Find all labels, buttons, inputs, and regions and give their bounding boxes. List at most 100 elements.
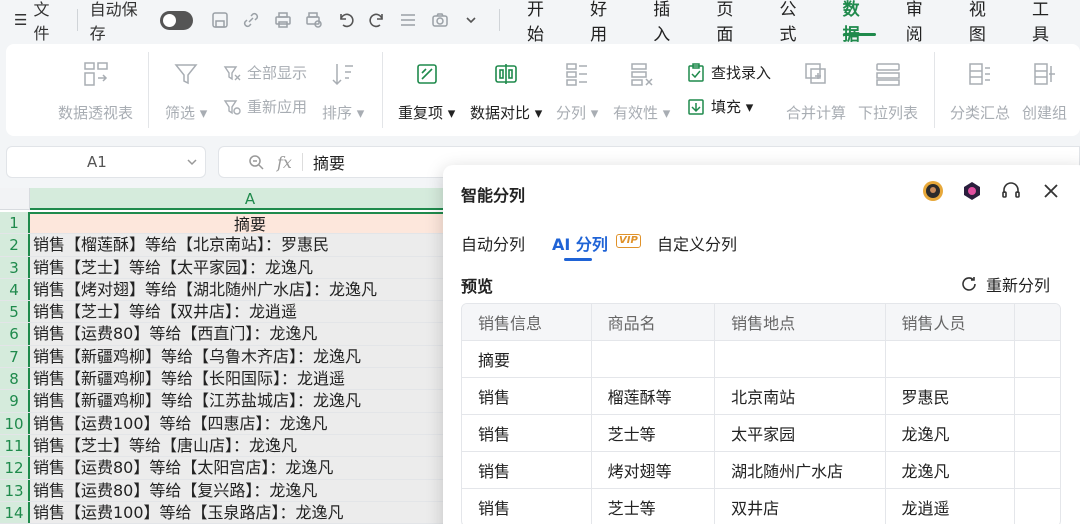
row-number[interactable]: 3 [0, 256, 30, 278]
headset-icon[interactable] [999, 179, 1023, 203]
tab-view[interactable]: 视图 [954, 0, 1017, 45]
consolidate-button[interactable]: 合并计算 [786, 60, 846, 123]
header-cell[interactable]: 摘要 [30, 212, 470, 234]
split-column-button[interactable]: 分列 ▾ [556, 60, 598, 123]
data-cell[interactable]: 销售【运费80】等给【西直门】：龙逸凡 [30, 323, 470, 345]
lines-icon[interactable] [398, 9, 419, 31]
duplicates-button[interactable]: 重复项 ▾ [398, 60, 455, 123]
show-all-button[interactable]: 全部显示 [222, 62, 307, 83]
save-icon[interactable] [209, 9, 230, 31]
reapply-button[interactable]: 重新应用 [222, 96, 307, 117]
data-cell[interactable]: 销售【运费80】等给【太阳宫店】：龙逸凡 [30, 457, 470, 479]
fill-button[interactable]: 填充 ▾ [686, 96, 753, 117]
data-cell[interactable]: 销售【芝士】等给【双井店】：龙逍遥 [30, 301, 470, 323]
row-number[interactable]: 1 [0, 212, 30, 234]
table-row: 销售 榴莲酥等 北京南站 罗惠民 [462, 378, 1060, 415]
create-group-button[interactable]: 创建组 [1022, 60, 1067, 123]
lookup-entry-button[interactable]: 查找录入 [686, 62, 771, 83]
sheet-row: 9 销售【新疆鸡柳】等给【江苏盐城店】：龙逸凡 [0, 390, 480, 413]
autosave-toggle[interactable] [159, 10, 194, 30]
row-number[interactable]: 8 [0, 368, 30, 390]
tab-home[interactable]: 开始 [512, 0, 575, 45]
sort-button[interactable]: 排序 ▾ [322, 60, 364, 123]
redo-icon[interactable] [366, 9, 387, 31]
zoom-icon[interactable] [247, 153, 265, 171]
ai-assistant-icon[interactable] [960, 179, 984, 203]
close-icon[interactable] [1039, 179, 1063, 203]
filter-button[interactable]: 筛选 ▾ [165, 60, 207, 123]
data-cell[interactable]: 销售【烤对翅】等给【湖北随州广水店】：龙逸凡 [30, 278, 470, 301]
chevron-down-icon[interactable] [461, 9, 482, 31]
subtotal-label: 分类汇总 [950, 104, 1011, 122]
refresh-icon [962, 277, 976, 291]
subtotal-button[interactable]: 分类汇总 [950, 60, 1010, 123]
data-cell[interactable]: 销售【运费80】等给【复兴路】：龙逸凡 [30, 479, 470, 501]
data-cell[interactable]: 销售【新疆鸡柳】等给【长阳国际】：龙逍遥 [30, 368, 470, 390]
row-number[interactable]: 6 [0, 323, 30, 345]
resplit-button[interactable]: 重新分列 [960, 272, 1050, 296]
resplit-label: 重新分列 [986, 276, 1051, 295]
column-header: 销售信息 [462, 304, 592, 340]
file-menu[interactable]: 文件 [33, 0, 64, 44]
data-compare-button[interactable]: 数据对比 ▾ [470, 60, 542, 123]
dropdown-list-button[interactable]: 下拉列表 [858, 60, 918, 123]
chevron-down-icon[interactable] [185, 155, 199, 169]
table-cell [715, 341, 886, 377]
tab-custom-split[interactable]: 自定义分列 [657, 231, 737, 255]
tab-ai-split[interactable]: AI 分列 VIP [552, 231, 641, 261]
show-all-label: 全部显示 [247, 64, 308, 82]
row-number[interactable]: 11 [0, 434, 30, 457]
avatar[interactable] [921, 179, 945, 203]
row-number[interactable]: 9 [0, 390, 30, 412]
tab-ai-split-label: AI 分列 [552, 235, 608, 254]
tab-data[interactable]: 数据 [828, 0, 891, 45]
data-cell[interactable]: 销售【运费100】等给【玉泉路店】：龙逸凡 [30, 501, 470, 524]
data-cell[interactable]: 销售【新疆鸡柳】等给【乌鲁木齐店】：龙逸凡 [30, 345, 470, 368]
filter-icon [174, 64, 198, 85]
ribbon-divider [934, 52, 935, 128]
print-icon[interactable] [272, 9, 293, 31]
tab-page[interactable]: 页面 [701, 0, 764, 45]
fx-icon[interactable]: fx [277, 153, 292, 172]
name-box[interactable]: A1 [6, 146, 206, 178]
sheet-row: 14 销售【运费100】等给【玉泉路店】：龙逸凡 [0, 501, 480, 524]
validity-button[interactable]: 有效性 ▾ [613, 60, 670, 123]
cell-ref: A1 [87, 153, 107, 171]
row-number[interactable]: 4 [0, 278, 30, 301]
tab-tools[interactable]: 工具 [1017, 0, 1080, 45]
ribbon-divider [382, 52, 383, 128]
data-cell[interactable]: 销售【新疆鸡柳】等给【江苏盐城店】：龙逸凡 [30, 390, 470, 412]
link-icon[interactable] [241, 9, 262, 31]
ribbon: 数据透视表 筛选 ▾ 全部显示 重新应用 排序 ▾ 重复项 ▾ 数据对比 ▾ 分… [6, 44, 1080, 136]
data-cell[interactable]: 销售【运费100】等给【四惠店】：龙逸凡 [30, 412, 470, 434]
row-number[interactable]: 5 [0, 301, 30, 323]
data-cell[interactable]: 销售【榴莲酥】等给【北京南站】：罗惠民 [30, 234, 470, 256]
column-header-a[interactable]: A [30, 188, 470, 210]
tab-insert[interactable]: 插入 [638, 0, 701, 45]
tab-auto-split[interactable]: 自动分列 [461, 231, 525, 255]
undo-icon[interactable] [335, 9, 356, 31]
table-cell: 烤对翅等 [592, 452, 716, 488]
row-number[interactable]: 10 [0, 412, 30, 434]
data-cell[interactable]: 销售【芝士】等给【太平家园】：龙逸凡 [30, 256, 470, 278]
row-number[interactable]: 7 [0, 345, 30, 368]
print-preview-icon[interactable] [303, 9, 324, 31]
row-number[interactable]: 14 [0, 501, 30, 524]
sort-label: 排序 ▾ [322, 104, 365, 122]
tab-formula[interactable]: 公式 [765, 0, 828, 45]
camera-icon[interactable] [429, 9, 450, 31]
data-compare-icon [495, 64, 517, 84]
column-header: 销售人员 [886, 304, 1016, 340]
table-row: 销售 芝士等 双井店 龙逍遥 [462, 489, 1060, 524]
select-all-corner[interactable] [0, 188, 30, 210]
panel-title: 智能分列 [461, 186, 526, 205]
hamburger-icon[interactable]: ☰ [14, 11, 27, 29]
formula-content[interactable]: 摘要 [313, 150, 345, 174]
tab-review[interactable]: 审阅 [891, 0, 954, 45]
tab-useful[interactable]: 好用 [575, 0, 638, 45]
row-number[interactable]: 12 [0, 457, 30, 479]
row-number[interactable]: 2 [0, 234, 30, 256]
row-number[interactable]: 13 [0, 479, 30, 501]
pivot-table-button[interactable]: 数据透视表 [58, 60, 133, 123]
data-cell[interactable]: 销售【芝士】等给【唐山店】：龙逸凡 [30, 434, 470, 457]
